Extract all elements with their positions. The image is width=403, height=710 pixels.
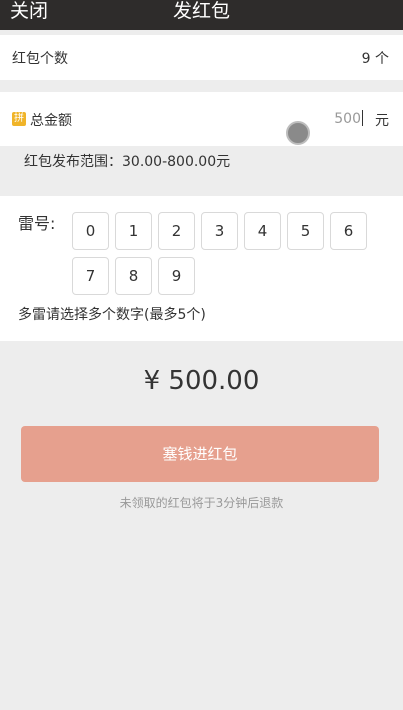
- total-amount-display: ¥ 500.00: [143, 366, 260, 396]
- mine-number-5[interactable]: 5: [287, 212, 324, 250]
- total-amount-value: 500: [334, 111, 361, 127]
- mine-number-9[interactable]: 9: [158, 257, 195, 295]
- mine-number-0[interactable]: 0: [72, 212, 109, 250]
- mine-number-1[interactable]: 1: [115, 212, 152, 250]
- text-cursor: [362, 110, 363, 126]
- mine-number-8[interactable]: 8: [115, 257, 152, 295]
- total-amount-row: 拼 总金额 500 元: [0, 92, 403, 146]
- total-amount-label: 总金额: [30, 113, 72, 129]
- mine-number-label: 雷号:: [18, 214, 56, 233]
- amount-range-text: 红包发布范围：30.00-800.00元: [24, 154, 231, 170]
- mine-number-4[interactable]: 4: [244, 212, 281, 250]
- amount-unit: 元: [375, 113, 389, 129]
- packet-count-value[interactable]: 9 个: [362, 48, 389, 68]
- submit-button[interactable]: 塞钱进红包: [21, 426, 379, 482]
- mine-number-hint: 多雷请选择多个数字(最多5个): [18, 307, 206, 323]
- header: 关闭 发红包: [0, 0, 403, 30]
- touch-indicator: [286, 121, 310, 145]
- page-title: 发红包: [172, 0, 230, 22]
- mine-number-7[interactable]: 7: [72, 257, 109, 295]
- mine-number-6[interactable]: 6: [330, 212, 367, 250]
- packet-count-label: 红包个数: [12, 51, 68, 67]
- mine-number-3[interactable]: 3: [201, 212, 238, 250]
- refund-note: 未领取的红包将于3分钟后退款: [119, 496, 284, 510]
- packet-count-row[interactable]: 红包个数 9 个: [0, 35, 403, 80]
- pin-icon: 拼: [12, 112, 26, 126]
- mine-number-section: 雷号: 0 1 2 3 4 5 6 7 8 9 多雷请选择多个数字(最多5个): [0, 196, 403, 341]
- mine-number-2[interactable]: 2: [158, 212, 195, 250]
